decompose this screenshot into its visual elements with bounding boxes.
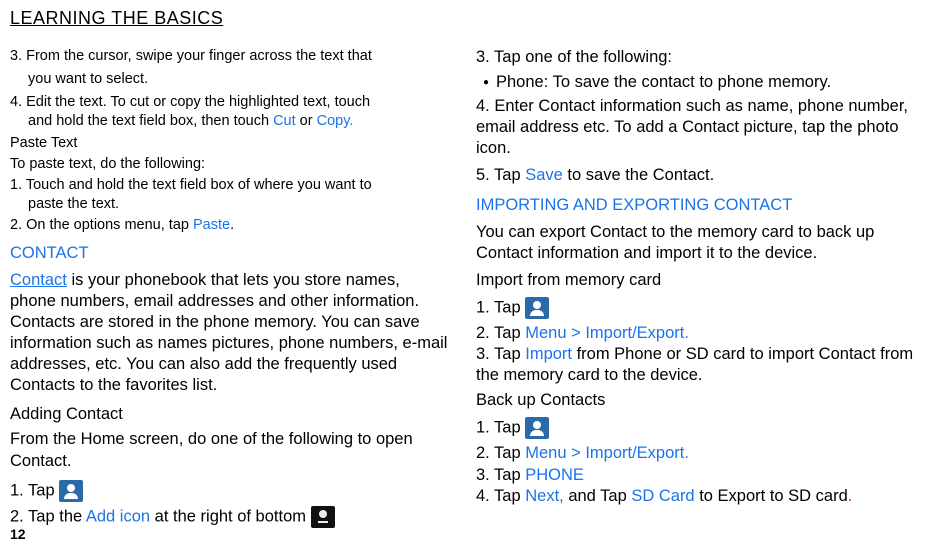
red-period: .: [848, 487, 853, 505]
page-header: LEARNING THE BASICS: [10, 8, 917, 29]
left-column: 3. From the cursor, swipe your finger ac…: [10, 47, 450, 528]
backup-step-4: 4. Tap Next, and Tap SD Card to Export t…: [476, 486, 916, 507]
paste-text-heading: Paste Text: [10, 134, 450, 153]
or-text: or: [296, 113, 317, 129]
add-contact-icon: [311, 506, 335, 528]
page-number: 12: [10, 526, 26, 542]
contact-body-text: is your phonebook that lets you store na…: [10, 271, 447, 395]
step-3-line1: 3. From the cursor, swipe your finger ac…: [10, 47, 450, 66]
paste-step-2: 2. On the options menu, tap Paste.: [10, 216, 450, 235]
right-step-4: 4. Enter Contact information such as nam…: [476, 96, 916, 159]
contacts-app-icon: [525, 297, 549, 319]
phone-label: PHONE: [525, 466, 584, 484]
menu-import-export-label: Menu > Import/Export.: [525, 324, 689, 342]
backup-step-4c: to Export to SD card: [695, 487, 848, 505]
paste-step-1a: 1. Touch and hold the text field box of …: [10, 176, 450, 195]
paste-step-2-text: 2. On the options menu, tap: [10, 217, 193, 233]
import-step-2-text: 2. Tap: [476, 324, 525, 342]
step-4-line1: 4. Edit the text. To cut or copy the hig…: [10, 93, 450, 112]
step-3-line2: you want to select.: [10, 70, 450, 89]
backup-step-4a: 4. Tap: [476, 487, 525, 505]
right-column: 3. Tap one of the following: ● Phone: To…: [476, 47, 916, 528]
import-step-1-text: 1. Tap: [476, 298, 525, 316]
step-4-line2: and hold the text field box, then touch …: [10, 112, 450, 131]
backup-step-1-text: 1. Tap: [476, 419, 525, 437]
add-icon-label: Add icon: [86, 507, 150, 525]
paste-label: Paste: [193, 217, 230, 233]
right-step-5b: to save the Contact.: [563, 166, 714, 184]
import-step-3: 3. Tap Import from Phone or SD card to i…: [476, 344, 916, 386]
save-label: Save: [525, 166, 563, 184]
right-step-3: 3. Tap one of the following:: [476, 47, 916, 68]
bullet-phone: ● Phone: To save the contact to phone me…: [476, 72, 916, 94]
import-step-2: 2. Tap Menu > Import/Export.: [476, 323, 916, 344]
contact-body: Contact is your phonebook that lets you …: [10, 270, 450, 397]
next-label: Next,: [525, 487, 564, 505]
import-export-body: You can export Contact to the memory car…: [476, 222, 916, 264]
contacts-app-icon: [59, 480, 83, 502]
backup-step-2-text: 2. Tap: [476, 444, 525, 462]
right-step-4-text: 4. Enter Contact information such as nam…: [476, 97, 908, 157]
menu-import-export-label-2: Menu > Import/Export.: [525, 444, 689, 462]
adding-step-2-text-b: at the right of bottom: [150, 507, 311, 525]
import-subheading: Import from memory card: [476, 270, 916, 291]
adding-step-2-text-a: 2. Tap the: [10, 507, 86, 525]
step-4-text: and hold the text field box, then touch: [28, 113, 273, 129]
cut-label: Cut: [273, 113, 296, 129]
backup-step-3-text: 3. Tap: [476, 466, 525, 484]
copy-label: Copy.: [317, 113, 354, 129]
adding-step-1-text: 1. Tap: [10, 481, 59, 499]
adding-step-2: 2. Tap the Add icon at the right of bott…: [10, 506, 450, 528]
paste-step-2-end: .: [230, 217, 234, 233]
import-step-1: 1. Tap: [476, 297, 916, 319]
sd-card-label: SD Card: [631, 487, 694, 505]
paste-step-1b: paste the text.: [10, 195, 450, 214]
adding-contact-heading: Adding Contact: [10, 404, 450, 425]
two-column-layout: 3. From the cursor, swipe your finger ac…: [10, 47, 917, 528]
bullet-phone-text: Phone: To save the contact to phone memo…: [496, 72, 831, 94]
adding-contact-intro: From the Home screen, do one of the foll…: [10, 429, 450, 471]
bullet-dot-icon: ●: [476, 72, 496, 94]
import-export-heading: IMPORTING AND EXPORTING CONTACT: [476, 195, 916, 216]
right-step-5: 5. Tap Save to save the Contact.: [476, 165, 916, 186]
import-step-3a: 3. Tap: [476, 345, 525, 363]
adding-step-1: 1. Tap: [10, 480, 450, 502]
contact-section-heading: CONTACT: [10, 243, 450, 264]
paste-intro: To paste text, do the following:: [10, 155, 450, 174]
contacts-app-icon: [525, 417, 549, 439]
backup-step-3: 3. Tap PHONE: [476, 465, 916, 486]
backup-step-2: 2. Tap Menu > Import/Export.: [476, 443, 916, 464]
backup-step-1: 1. Tap: [476, 417, 916, 439]
backup-heading: Back up Contacts: [476, 390, 916, 411]
contact-link[interactable]: Contact: [10, 271, 67, 289]
backup-step-4b: and Tap: [564, 487, 632, 505]
right-step-5a: 5. Tap: [476, 166, 525, 184]
import-label: Import: [525, 345, 572, 363]
